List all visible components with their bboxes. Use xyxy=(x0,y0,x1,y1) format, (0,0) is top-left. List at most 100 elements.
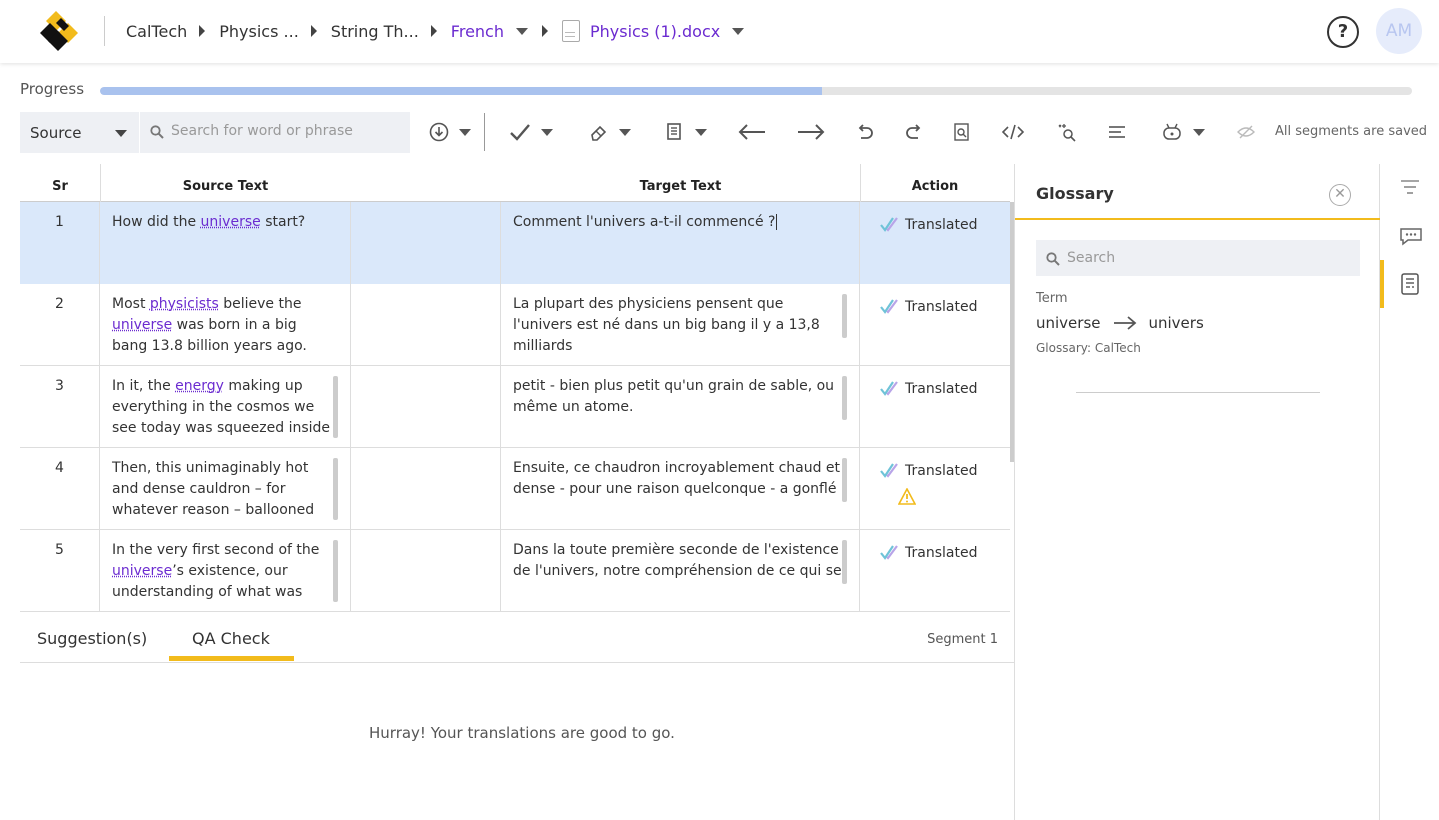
filter-button[interactable] xyxy=(1399,178,1421,200)
glossary-panel: Glossary ✕ Search Term universe univers … xyxy=(1014,164,1380,820)
target-text-cell[interactable]: Dans la toute première seconde de l'exis… xyxy=(501,530,860,612)
target-text[interactable]: Comment l'univers a-t-il commencé ? xyxy=(513,214,775,230)
confirm-menu[interactable] xyxy=(509,118,553,146)
magic-search-icon xyxy=(1058,124,1076,142)
action-cell: Translated xyxy=(860,284,1010,366)
tab-suggestions[interactable]: Suggestion(s) xyxy=(37,629,147,648)
hide-button[interactable] xyxy=(1236,118,1256,146)
download-menu[interactable] xyxy=(429,118,471,146)
row-number: 5 xyxy=(20,530,100,612)
source-text-cell[interactable]: How did the universe start? xyxy=(100,202,351,284)
warning-icon[interactable] xyxy=(898,488,916,505)
match-cell xyxy=(351,366,501,448)
row-number: 3 xyxy=(20,366,100,448)
cell-scrollbar[interactable] xyxy=(842,458,847,502)
chevron-down-icon xyxy=(541,128,553,136)
cell-scrollbar[interactable] xyxy=(842,376,847,420)
clear-menu[interactable] xyxy=(589,118,631,146)
preview-button[interactable] xyxy=(953,118,971,146)
comments-button[interactable] xyxy=(1399,226,1423,250)
breadcrumb-language[interactable]: French xyxy=(451,22,504,41)
source-text: In the very first second of the xyxy=(112,542,320,558)
source-target-select[interactable]: Source xyxy=(20,112,139,153)
target-text-cell[interactable]: petit - bien plus petit qu'un grain de s… xyxy=(501,366,860,448)
match-cell xyxy=(351,530,501,612)
comment-icon xyxy=(1400,228,1422,246)
search-input[interactable]: Search for word or phrase xyxy=(140,112,410,153)
source-text: In it, the xyxy=(112,378,176,394)
breadcrumb: CalTech Physics ... String Th... French … xyxy=(126,20,745,42)
glossary-term[interactable]: universe xyxy=(112,317,172,333)
glossary-term[interactable]: energy xyxy=(175,378,224,394)
arrow-right-icon xyxy=(798,124,825,140)
breadcrumb-folder[interactable]: String Th... xyxy=(331,22,419,41)
glossary-term[interactable]: universe xyxy=(201,214,261,230)
download-icon xyxy=(429,122,449,142)
double-check-icon xyxy=(880,217,898,232)
target-text-cell[interactable]: Comment l'univers a-t-il commencé ? xyxy=(501,202,860,284)
cell-scrollbar[interactable] xyxy=(333,540,338,602)
glossary-button[interactable] xyxy=(1399,272,1421,300)
language-dropdown-icon[interactable] xyxy=(515,27,528,35)
chevron-right-icon xyxy=(430,25,437,37)
target-text[interactable]: Dans la toute première seconde de l'exis… xyxy=(513,542,842,579)
breadcrumb-org[interactable]: CalTech xyxy=(126,22,187,41)
undo-button[interactable] xyxy=(855,118,875,146)
undo-icon xyxy=(858,124,873,139)
eraser-icon xyxy=(591,125,607,141)
source-text-cell[interactable]: In the very first second of the universe… xyxy=(100,530,351,612)
machine-translation-menu[interactable] xyxy=(1161,118,1205,146)
source-text-cell[interactable]: Then, this unimaginably hot and dense ca… xyxy=(100,448,351,530)
close-icon[interactable]: ✕ xyxy=(1329,184,1351,206)
cell-scrollbar[interactable] xyxy=(333,376,338,438)
docx-file-icon xyxy=(561,20,580,42)
copy-source-menu[interactable] xyxy=(665,118,707,146)
redo-button[interactable] xyxy=(904,118,924,146)
file-dropdown-icon[interactable] xyxy=(732,27,745,35)
status-badge: Translated xyxy=(905,299,978,315)
table-row[interactable]: 3 In it, the energy making up everything … xyxy=(20,366,1010,448)
special-characters-button[interactable] xyxy=(1056,118,1078,146)
glossary-term-entry[interactable]: universe univers xyxy=(1036,314,1204,332)
cell-scrollbar[interactable] xyxy=(333,458,338,520)
glossary-header: Glossary ✕ xyxy=(1015,164,1380,220)
table-row[interactable]: 5 In the very first second of the univers… xyxy=(20,530,1010,612)
search-icon xyxy=(150,125,164,139)
cell-scrollbar[interactable] xyxy=(842,294,847,338)
filter-icon xyxy=(1401,180,1419,194)
source-text-cell[interactable]: In it, the energy making up everything i… xyxy=(100,366,351,448)
chevron-right-icon xyxy=(310,25,317,37)
help-button[interactable]: ? xyxy=(1327,16,1359,48)
tags-button[interactable] xyxy=(1001,118,1025,146)
glossary-term[interactable]: physicists xyxy=(150,296,219,312)
cell-scrollbar[interactable] xyxy=(842,540,847,584)
status-badge: Translated xyxy=(905,381,978,397)
breadcrumb-file[interactable]: Physics (1).docx xyxy=(590,22,720,41)
target-text[interactable]: Ensuite, ce chaudron incroyablement chau… xyxy=(513,460,840,497)
action-cell: Translated xyxy=(860,530,1010,612)
chevron-down-icon xyxy=(619,128,631,136)
target-text-cell[interactable]: La plupart des physiciens pensent que l'… xyxy=(501,284,860,366)
table-row[interactable]: 4 Then, this unimaginably hot and dense c… xyxy=(20,448,1010,530)
glossary-term[interactable]: universe xyxy=(112,563,172,579)
table-row[interactable]: 1 How did the universe start? Comment l'un… xyxy=(20,202,1010,284)
glossary-search-input[interactable]: Search xyxy=(1036,240,1360,276)
status-badge: Translated xyxy=(905,463,978,479)
target-text-cell[interactable]: Ensuite, ce chaudron incroyablement chau… xyxy=(501,448,860,530)
target-text[interactable]: La plupart des physiciens pensent que l'… xyxy=(513,296,820,354)
text-align-button[interactable] xyxy=(1107,118,1127,146)
action-cell: Translated xyxy=(860,448,1010,530)
source-text-cell[interactable]: Most physicists believe the universe was… xyxy=(100,284,351,366)
segment-table: Sr Source Text Target Text Action 1 How d… xyxy=(20,164,1010,612)
avatar[interactable]: AM xyxy=(1376,8,1422,54)
table-row[interactable]: 2 Most physicists believe the universe wa… xyxy=(20,284,1010,366)
previous-segment-button[interactable] xyxy=(737,118,767,146)
app-logo[interactable] xyxy=(38,9,84,53)
breadcrumb-project[interactable]: Physics ... xyxy=(219,22,299,41)
toolbar-divider xyxy=(484,113,485,151)
progress-bar xyxy=(100,87,1412,95)
target-text[interactable]: petit - bien plus petit qu'un grain de s… xyxy=(513,378,834,415)
next-segment-button[interactable] xyxy=(796,118,826,146)
tab-qa-check[interactable]: QA Check xyxy=(192,629,270,648)
chevron-down-icon xyxy=(459,128,471,136)
